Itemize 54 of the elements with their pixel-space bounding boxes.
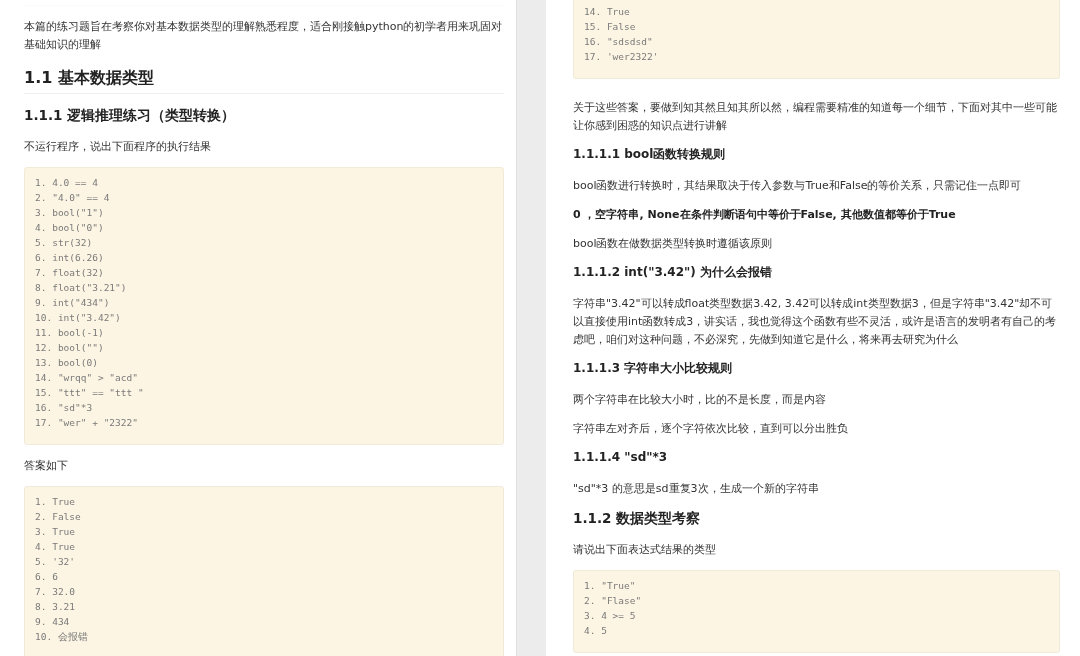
code-line: 10. 会报错	[35, 630, 89, 644]
code-line: 15. False	[584, 20, 637, 34]
code-line: 4. 5	[584, 624, 608, 638]
paragraph: 两个字符串在比较大小时，比的不是长度，而是内容	[573, 392, 827, 408]
code-line: 10. int("3.42")	[35, 311, 122, 325]
code-line: 8. float("3.21")	[35, 281, 128, 295]
paragraph: 不运行程序，说出下面程序的执行结果	[24, 139, 212, 155]
paragraph: 关于这些答案，要做到知其然且知其所以然，编程需要精准的知道每一个细节，下面对其中一些可能让你感到困惑的知识点进行讲解	[573, 100, 1058, 134]
code-line: 9. 434	[35, 615, 71, 629]
paragraph: 请说出下面表达式结果的类型	[573, 542, 717, 558]
code-line: 5. str(32)	[35, 236, 94, 250]
code-line: 5. '32'	[35, 555, 77, 569]
paragraph: "sd"*3 的意思是sd重复3次，生成一个新的字符串	[573, 481, 820, 497]
code-line: 14. True	[584, 5, 631, 19]
code-line: 1. 4.0 == 4	[35, 176, 99, 190]
paragraph: bool函数在做数据类型转换时遵循该原则	[573, 236, 774, 252]
code-line: 2. False	[35, 510, 82, 524]
paragraph: 字符串左对齐后，逐个字符依次比较，直到可以分出胜负	[573, 421, 849, 437]
code-line: 7. 32.0	[35, 585, 77, 599]
paragraph: 答案如下	[24, 458, 69, 474]
code-line: 6. 6	[35, 570, 59, 584]
code-line: 3. bool("1")	[35, 206, 105, 220]
heading: 1.1.1 逻辑推理练习（类型转换）	[24, 106, 237, 124]
code-line: 17. "wer" + "2322"	[35, 416, 139, 430]
code-line: 3. 4 >= 5	[584, 609, 637, 623]
code-line: 11. bool(-1)	[35, 326, 105, 340]
paragraph: 本篇的练习题旨在考察你对基本数据类型的理解熟悉程度，适合刚接触python的初学者用来巩固对基础知识的理解	[24, 19, 504, 53]
code-line: 16. "sdsdsd"	[584, 35, 654, 49]
heading: 1.1 基本数据类型	[24, 68, 504, 94]
code-line: 17. 'wer2322'	[584, 50, 660, 64]
code-line: 2. "Flase"	[584, 594, 643, 608]
code-line: 15. "ttt" == "ttt "	[35, 386, 145, 400]
code-line: 4. True	[35, 540, 77, 554]
heading: 1.1.1.3 字符串大小比较规则	[573, 360, 734, 377]
code-line: 8. 3.21	[35, 600, 77, 614]
heading: 1.1.1.2 int("3.42") 为什么会报错	[573, 264, 773, 281]
paragraph: 0 ，空字符串, None在条件判断语句中等价于False, 其他数值都等价于True	[573, 207, 957, 223]
code-line: 6. int(6.26)	[35, 251, 105, 265]
code-line: 2. "4.0" == 4	[35, 191, 111, 205]
code-line: 1. True	[35, 495, 77, 509]
code-line: 3. True	[35, 525, 77, 539]
heading: 1.1.1.1 bool函数转换规则	[573, 146, 727, 163]
code-line: 13. bool(0)	[35, 356, 99, 370]
heading: 1.1.2 数据类型考察	[573, 509, 702, 527]
code-line: 12. bool("")	[35, 341, 105, 355]
code-line: 1. "True"	[584, 579, 637, 593]
code-line: 16. "sd"*3	[35, 401, 94, 415]
code-line: 9. int("434")	[35, 296, 111, 310]
heading: 1.1.1.4 "sd"*3	[573, 449, 669, 466]
code-line: 14. "wrqq" > "acd"	[35, 371, 139, 385]
paragraph: bool函数进行转换时，其结果取决于传入参数与True和False的等价关系，只需记住一点即可	[573, 178, 1023, 194]
code-line: 4. bool("0")	[35, 221, 105, 235]
code-line: 7. float(32)	[35, 266, 105, 280]
paragraph: 字符串"3.42"可以转成float类型数据3.42, 3.42可以转成int类型数据3，但是字符串"3.42"却不可以直接使用int函数转成3，讲实话，我也觉得这个函数有些不灵活，或许是语言的发明者有自己的考虑吧，咱们对这种问题，不必深究，先做到知道它是什么，将来再去研究为什么	[573, 296, 1058, 348]
